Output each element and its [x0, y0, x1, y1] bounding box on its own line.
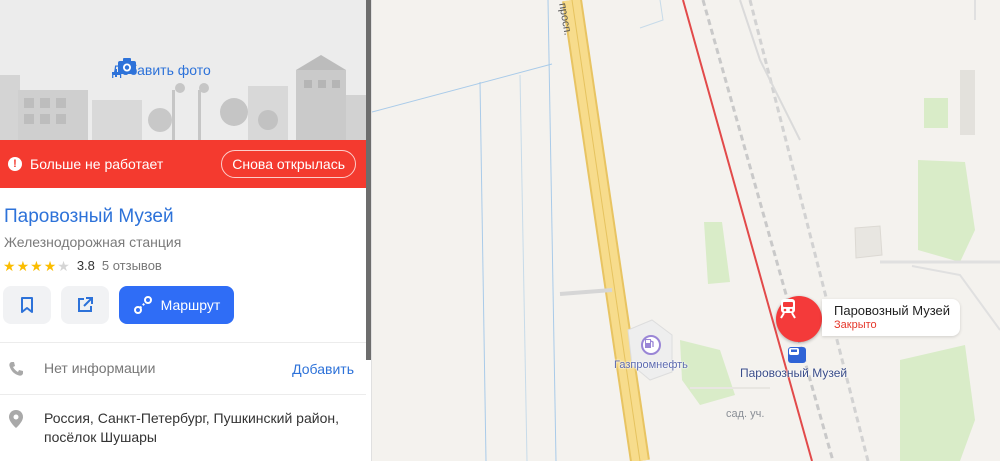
- add-phone-link[interactable]: Добавить: [292, 361, 354, 377]
- railway-station-icon[interactable]: [788, 347, 806, 363]
- rating-value: 3.8: [76, 258, 95, 273]
- place-pin[interactable]: [776, 296, 822, 342]
- share-icon: [78, 297, 93, 312]
- share-button[interactable]: [61, 286, 109, 324]
- phone-row: Нет информации Добавить: [0, 342, 366, 394]
- action-buttons: Маршрут: [3, 286, 371, 324]
- star-empty-icon: ★: [57, 257, 70, 274]
- place-title[interactable]: Паровозный Музей: [4, 206, 371, 228]
- train-icon: [780, 299, 796, 319]
- route-button[interactable]: Маршрут: [119, 286, 234, 324]
- place-category: Железнодорожная станция: [4, 234, 182, 250]
- route-label: Маршрут: [160, 297, 221, 313]
- address-row: Россия, Санкт-Петербург, Пушкинский райо…: [0, 394, 366, 456]
- reviews-count[interactable]: 5 отзывов: [102, 258, 162, 273]
- pin-callout[interactable]: Паровозный Музей Закрыто: [822, 299, 961, 336]
- warning-icon: !: [8, 157, 22, 171]
- pin-title: Паровозный Музей: [834, 303, 951, 318]
- reopened-button[interactable]: Снова открылась: [221, 150, 356, 178]
- pin-status: Закрыто: [834, 319, 877, 331]
- gas-station-icon[interactable]: [641, 335, 661, 355]
- photo-placeholder[interactable]: Добавить фото: [0, 0, 366, 140]
- gas-station-label[interactable]: Газпромнефть: [614, 359, 688, 371]
- star-icon: ★: [30, 257, 43, 274]
- add-photo-button[interactable]: Добавить фото: [112, 58, 211, 78]
- bookmark-icon: [21, 297, 33, 313]
- panel-scrollbar[interactable]: [366, 0, 371, 360]
- closed-status-text: Больше не работает: [30, 156, 164, 172]
- phone-text: Нет информации: [44, 360, 156, 376]
- garden-label: сад. уч.: [726, 408, 765, 420]
- camera-plus-icon: [112, 58, 136, 77]
- closed-status-bar: ! Больше не работает Снова открылась: [0, 140, 366, 188]
- bookmark-button[interactable]: [3, 286, 51, 324]
- rating-row[interactable]: ★ ★ ★ ★ ★ 3.8 5 отзывов: [3, 258, 371, 273]
- location-pin-icon: [0, 409, 32, 429]
- route-icon: [133, 296, 152, 314]
- star-icon: ★: [43, 257, 57, 274]
- station-label[interactable]: Паровозный Музей: [740, 366, 847, 380]
- star-icon: ★: [16, 257, 30, 274]
- star-icon: ★: [3, 257, 16, 274]
- phone-icon: [0, 361, 32, 377]
- place-card-panel: Добавить фото ! Больше не работает Снова…: [0, 0, 372, 461]
- address-text[interactable]: Россия, Санкт-Петербург, Пушкинский райо…: [44, 409, 354, 447]
